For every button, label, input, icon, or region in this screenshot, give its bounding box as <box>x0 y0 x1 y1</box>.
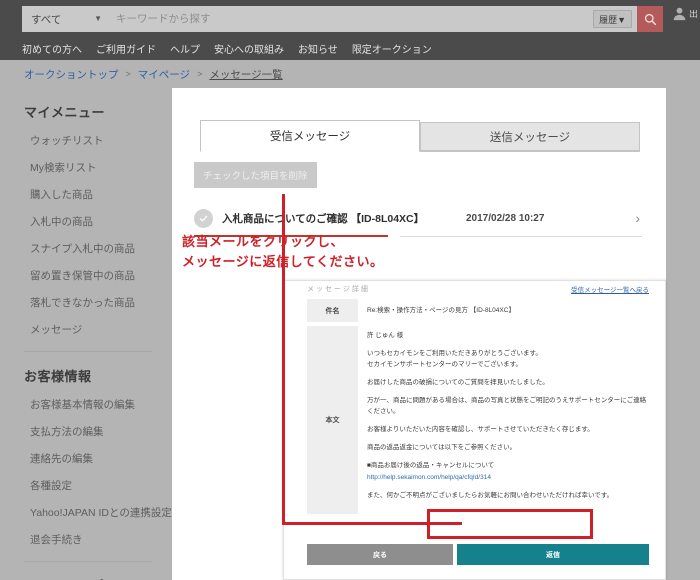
sidebar-section-title-customer-info: お客様情報 <box>24 369 92 384</box>
reply-button[interactable]: 返信 <box>457 544 649 565</box>
detail-subject-label: 件名 <box>307 299 358 322</box>
sidebar-divider <box>24 351 152 352</box>
sidebar-item-my-search-list[interactable]: My検索リスト <box>24 154 172 181</box>
search-history-button[interactable]: 履歴▼ <box>593 10 632 28</box>
nav-item-3[interactable]: 安心への取組み <box>214 41 284 56</box>
body-paragraph-2: お届けした商品の破損についてのご質問を拝見いたしました。 <box>367 379 549 386</box>
sidebar-item-edit-basic-info[interactable]: お客様基本情報の編集 <box>24 391 172 418</box>
back-to-message-list-link[interactable]: 受信メッセージ一覧へ戻る <box>571 284 649 294</box>
body-paragraph-1: いつもセカイモンをご利用いただきありがとうございます。 セカイモンサポートセンタ… <box>367 350 542 368</box>
page-root: すべて ▼ 履歴▼ 出 初めての方へ ご利用ガイド ヘルプ 安心への取組み お知… <box>0 0 700 580</box>
tab-received-messages[interactable]: 受信メッセージ <box>200 120 420 152</box>
check-icon <box>199 215 208 221</box>
nav-item-5[interactable]: 限定オークション <box>352 41 432 56</box>
sidebar-item-edit-payment[interactable]: 支払方法の編集 <box>24 418 172 445</box>
breadcrumb: オークショントップ > マイページ > メッセージ一覧 <box>0 60 700 88</box>
sidebar-item-purchased[interactable]: 購入した商品 <box>24 181 172 208</box>
sidebar-item-snipe-bidding[interactable]: スナイプ入札中の商品 <box>24 235 172 262</box>
sidebar-section-title-my-menu: マイメニュー <box>24 105 106 120</box>
sidebar-item-settings[interactable]: 各種設定 <box>24 472 172 499</box>
delete-checked-button[interactable]: チェックした項目を削除 <box>194 162 317 188</box>
sidebar-item-held-storage[interactable]: 留め置き保管中の商品 <box>24 262 172 289</box>
help-url-link[interactable]: http://help.sekaimon.com/help/qa/cfqId/3… <box>367 474 491 481</box>
breadcrumb-item-0[interactable]: オークショントップ <box>24 67 119 82</box>
search-icon <box>644 13 656 25</box>
sidebar-item-messages[interactable]: メッセージ <box>24 316 172 343</box>
chevron-right-icon: › <box>635 210 640 226</box>
breadcrumb-separator: > <box>125 69 131 79</box>
category-select[interactable]: すべて ▼ <box>22 6 114 32</box>
detail-body-label: 本文 <box>307 326 358 514</box>
detail-subject-value: Re:検索・操作方法・ページの見方 【ID-8L04XC】 <box>367 307 515 314</box>
callout-reply-highlight-box <box>427 509 593 539</box>
body-paragraph-8: また、何かご不明点がございましたらお気軽にお問い合わせいただければ幸いです。 <box>367 492 614 499</box>
sidebar: マイメニュー ウォッチリスト My検索リスト 購入した商品 入札中の商品 スナイ… <box>0 88 172 580</box>
message-list-row[interactable]: 入札商品についてのご確認 【ID-8L04XC】 2017/02/28 10:2… <box>194 200 642 236</box>
message-subject: 入札商品についてのご確認 【ID-8L04XC】 <box>222 212 425 225</box>
detail-row-body: 本文 許 じゅん 様 いつもセカイモンをご利用いただきありがとうございます。 セ… <box>307 326 649 514</box>
site-header: すべて ▼ 履歴▼ 出 <box>0 0 700 36</box>
search-input[interactable] <box>114 6 594 32</box>
user-name-label: 出 <box>689 9 699 18</box>
sidebar-item-not-won[interactable]: 落札できなかった商品 <box>24 289 172 316</box>
body-paragraph-3: 万が一、商品に問題がある場合は、商品の写真と状態をご明記のうえサポートセンターに… <box>367 397 647 415</box>
sidebar-item-bidding[interactable]: 入札中の商品 <box>24 208 172 235</box>
detail-body-value: 許 じゅん 様 いつもセカイモンをご利用いただきありがとうございます。 セカイモ… <box>358 326 649 514</box>
detail-buttons: 戻る 返信 <box>307 544 649 565</box>
body-paragraph-5: 商品の返品返金については以下をご参照ください。 <box>367 444 517 451</box>
detail-row-subject: 件名 Re:検索・操作方法・ページの見方 【ID-8L04XC】 <box>307 299 649 322</box>
breadcrumb-item-current: メッセージ一覧 <box>209 68 283 81</box>
body-paragraph-4: お客様よりいただいた内容を確認し、サポートさせていただきたく存じます。 <box>367 426 594 433</box>
nav-item-1[interactable]: ご利用ガイド <box>96 41 156 56</box>
callout-vertical-line <box>282 194 285 524</box>
search-bar: すべて ▼ 履歴▼ <box>22 6 637 32</box>
page-right-margin <box>678 88 700 580</box>
nav-item-2[interactable]: ヘルプ <box>170 41 200 56</box>
message-row-rule <box>400 236 642 237</box>
sidebar-section-title-user-support: ユーザーサポート <box>24 576 172 580</box>
breadcrumb-item-1[interactable]: マイページ <box>138 67 190 82</box>
main-content: 受信メッセージ 送信メッセージ チェックした項目を削除 入札商品についてのご確認… <box>172 88 666 580</box>
body-paragraph-0: 許 じゅん 様 <box>367 332 404 339</box>
category-select-value: すべて <box>31 13 62 26</box>
user-menu[interactable]: 出 <box>672 6 700 21</box>
sidebar-item-withdrawal[interactable]: 退会手続き <box>24 526 172 553</box>
nav-item-4[interactable]: お知らせ <box>298 41 338 56</box>
message-date: 2017/02/28 10:27 <box>466 212 545 224</box>
tab-sent-messages[interactable]: 送信メッセージ <box>420 122 640 152</box>
detail-table: 件名 Re:検索・操作方法・ページの見方 【ID-8L04XC】 本文 許 じゅ… <box>307 299 649 518</box>
breadcrumb-separator: > <box>197 69 203 79</box>
chevron-down-icon: ▼ <box>94 14 102 23</box>
nav-item-0[interactable]: 初めての方へ <box>22 41 82 56</box>
body-paragraph-6: ■商品お届け後の返品・キャンセルについて <box>367 462 495 469</box>
message-checkbox[interactable] <box>194 208 213 228</box>
sidebar-item-watchlist[interactable]: ウォッチリスト <box>24 127 172 154</box>
sidebar-item-yahoo-link[interactable]: Yahoo!JAPAN IDとの連携設定 <box>24 499 172 526</box>
detail-panel-header: メッセージ詳細 <box>307 286 370 293</box>
user-avatar-icon <box>673 7 686 21</box>
back-button[interactable]: 戻る <box>307 544 453 565</box>
search-button[interactable] <box>637 6 663 32</box>
sidebar-divider <box>24 561 152 562</box>
global-nav: 初めての方へ ご利用ガイド ヘルプ 安心への取組み お知らせ 限定オークション <box>0 36 700 60</box>
sidebar-item-edit-contact[interactable]: 連絡先の編集 <box>24 445 172 472</box>
message-tabs: 受信メッセージ 送信メッセージ <box>200 118 640 152</box>
